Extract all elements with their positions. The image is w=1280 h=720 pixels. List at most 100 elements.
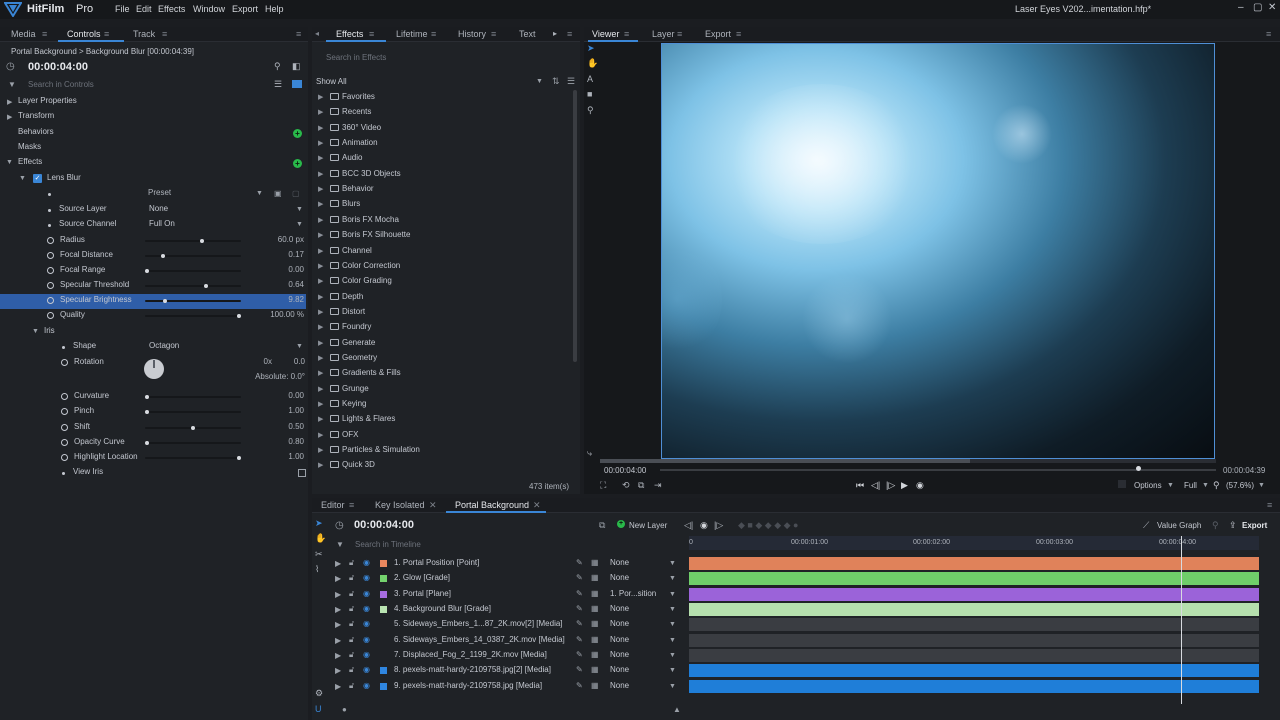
snapshot-icon[interactable]: ⧉ <box>638 480 644 491</box>
new-layer-button[interactable]: New Layer <box>629 521 667 530</box>
timeline-export-button[interactable]: Export <box>1242 521 1267 530</box>
preset-row[interactable]: Preset ▼ ▣ ▢ <box>0 187 306 202</box>
tab-menu-icon[interactable]: ≡ <box>104 29 109 39</box>
section-layer-properties[interactable]: ▶ Layer Properties <box>0 95 306 110</box>
expand-icon[interactable]: ▶ <box>318 216 323 224</box>
settings-icon[interactable]: ⚙ <box>315 688 323 699</box>
mask-tool-icon[interactable]: ■ <box>587 89 592 99</box>
save-preset-icon[interactable]: ▣ <box>274 189 282 198</box>
timeline-track-bar[interactable] <box>689 664 1259 678</box>
lock-icon[interactable]: 🔓︎ <box>349 619 354 629</box>
chevron-down-icon[interactable]: ▼ <box>669 683 676 690</box>
loop-icon[interactable]: ⟲ <box>622 480 630 491</box>
slider-knob[interactable] <box>191 425 195 430</box>
panel-menu-icon[interactable]: ≡ <box>1266 29 1271 39</box>
tab-controls[interactable]: Controls <box>67 29 101 39</box>
prev-keyframe-icon[interactable]: ◁| <box>684 520 693 531</box>
layer-name[interactable]: 6. Sideways_Embers_14_0387_2K.mov [Media… <box>394 635 565 644</box>
param-row-specular-brightness[interactable]: Specular Brightness 9.82 <box>0 294 306 309</box>
folder-foundry[interactable]: ▶ Foundry <box>318 320 570 335</box>
param-value[interactable]: 0.17 <box>240 250 304 259</box>
param-slider[interactable] <box>145 299 241 303</box>
animate-toggle-icon[interactable] <box>61 408 68 416</box>
add-behavior-icon[interactable]: + <box>293 129 302 138</box>
timeline-layer-row[interactable]: ▶ 🔓︎ ◉ 5. Sideways_Embers_1...87_2K.mov[2] … <box>330 617 680 632</box>
viewer-timeline-track[interactable] <box>660 469 1216 471</box>
folder-geometry[interactable]: ▶ Geometry <box>318 351 570 366</box>
timeline-track-bar[interactable] <box>689 679 1259 693</box>
param-value[interactable]: 1.00 <box>240 406 304 415</box>
viewer-playhead[interactable] <box>1136 466 1141 471</box>
tab-text[interactable]: Text <box>519 29 536 39</box>
source-layer-select[interactable]: None <box>149 204 168 213</box>
expand-icon[interactable]: ▶ <box>335 590 341 599</box>
tab-export[interactable]: Export <box>705 29 731 39</box>
folder-favorites[interactable]: ▶ Favorites <box>318 90 570 105</box>
controls-time[interactable]: 00:00:04:00 <box>28 61 88 73</box>
folder-ofx[interactable]: ▶ OFX <box>318 428 570 443</box>
iris-rotation-row[interactable]: Rotation 0x 0.0 Absolute: 0.0° <box>0 356 306 386</box>
slider-knob[interactable] <box>163 299 167 303</box>
blend-mode-icon[interactable]: ▦ <box>591 604 599 613</box>
viewer-link-icon[interactable]: ⤷ <box>587 448 592 459</box>
param-row-radius[interactable]: Radius 60.0 px <box>0 234 306 249</box>
timeline-track-bar[interactable] <box>689 633 1259 647</box>
pencil-icon[interactable]: ✎ <box>576 573 583 582</box>
expand-icon[interactable]: ▶ <box>318 277 323 285</box>
timeline-track-bar[interactable] <box>689 649 1259 663</box>
folder-bcc-3d-objects[interactable]: ▶ BCC 3D Objects <box>318 167 570 182</box>
slider-knob[interactable] <box>204 284 208 288</box>
filter-icon[interactable]: ▼ <box>336 540 344 549</box>
param-row-specular-threshold[interactable]: Specular Threshold 0.64 <box>0 279 306 294</box>
preset-select[interactable]: Preset <box>148 188 171 197</box>
expand-icon[interactable]: ▶ <box>318 293 323 301</box>
minimize-icon[interactable]: – <box>1238 2 1244 13</box>
pencil-icon[interactable]: ✎ <box>576 558 583 567</box>
folder-boris-fx-mocha[interactable]: ▶ Boris FX Mocha <box>318 213 570 228</box>
expand-icon[interactable]: ▶ <box>318 385 323 393</box>
expand-icon[interactable]: ▶ <box>335 636 341 645</box>
visibility-icon[interactable]: ◉ <box>363 589 370 598</box>
param-value[interactable]: 1.00 <box>240 452 304 461</box>
export-icon[interactable]: ⇪ <box>1229 520 1237 531</box>
panel-menu-icon[interactable]: ≡ <box>567 29 572 39</box>
tab-lifetime[interactable]: Lifetime <box>396 29 428 39</box>
add-effect-icon[interactable]: + <box>293 159 302 168</box>
iris-row-opacity-curve[interactable]: Opacity Curve 0.80 <box>0 436 306 451</box>
folder-animation[interactable]: ▶ Animation <box>318 136 570 151</box>
expand-icon[interactable]: ▶ <box>318 247 323 255</box>
next-keyframe-icon[interactable]: |▷ <box>714 520 723 531</box>
timeline-search-input[interactable]: Search in Timeline <box>355 540 421 549</box>
blend-mode-icon[interactable]: ▦ <box>591 589 599 598</box>
folder-channel[interactable]: ▶ Channel <box>318 244 570 259</box>
layer-parent-select[interactable]: None <box>610 665 629 674</box>
panel-menu-icon[interactable]: ≡ <box>296 29 301 39</box>
hand-tool-icon[interactable]: ✋ <box>315 533 326 544</box>
panel-layout-icon[interactable]: ◧ <box>292 61 301 72</box>
menu-edit[interactable]: Edit <box>136 4 152 14</box>
folder-grunge[interactable]: ▶ Grunge <box>318 382 570 397</box>
expand-icon[interactable]: ▶ <box>318 200 323 208</box>
folder-keying[interactable]: ▶ Keying <box>318 397 570 412</box>
pencil-icon[interactable]: ✎ <box>576 604 583 613</box>
param-value[interactable]: 60.0 px <box>240 235 304 244</box>
effect-lens-blur[interactable]: ▼ ✓ Lens Blur <box>0 172 306 187</box>
text-tool-icon[interactable]: A <box>587 74 593 84</box>
color-swatch-icon[interactable] <box>1118 480 1126 488</box>
blend-mode-icon[interactable]: ▦ <box>591 681 599 690</box>
folder-behavior[interactable]: ▶ Behavior <box>318 182 570 197</box>
tabs-scroll-left-icon[interactable]: ◂ <box>315 29 319 38</box>
param-value[interactable]: 0.00 <box>240 391 304 400</box>
chevron-down-icon[interactable]: ▼ <box>669 560 676 567</box>
chevron-down-icon[interactable]: ▼ <box>669 652 676 659</box>
expand-icon[interactable]: ▶ <box>318 415 323 423</box>
layer-parent-select[interactable]: 1. Por...sition <box>610 589 656 598</box>
expand-icon[interactable]: ▶ <box>318 308 323 316</box>
param-value[interactable]: 0.50 <box>240 422 304 431</box>
magnet-icon[interactable]: U <box>315 704 322 714</box>
slider-knob[interactable] <box>145 395 149 399</box>
param-slider[interactable] <box>145 314 241 318</box>
animate-toggle-icon[interactable] <box>47 282 54 289</box>
timeline-layer-row[interactable]: ▶ 🔓︎ ◉ 8. pexels-matt-hardy-2109758.jpg[2] … <box>330 663 680 678</box>
expand-icon[interactable]: ▶ <box>318 124 323 132</box>
